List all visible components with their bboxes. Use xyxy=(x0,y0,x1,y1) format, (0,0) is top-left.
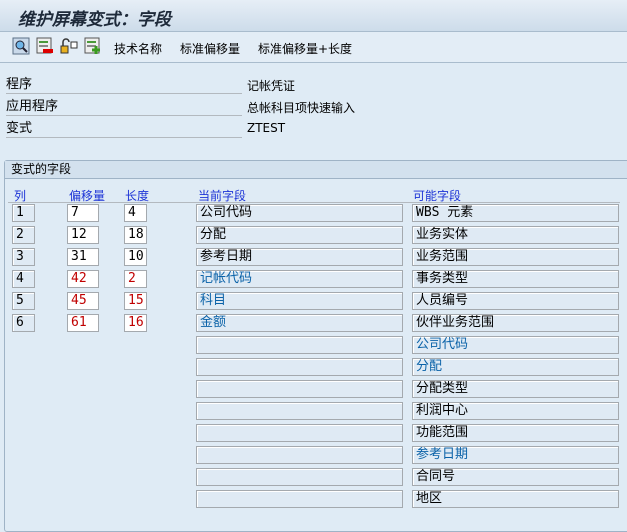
possible-field[interactable]: 业务范围 xyxy=(412,248,619,266)
possible-field[interactable]: 参考日期 xyxy=(412,446,619,464)
possible-field[interactable]: 地区 xyxy=(412,490,619,508)
offset-input[interactable]: 45 xyxy=(67,292,99,310)
title-bar: 维护屏幕变式：字段 xyxy=(0,0,627,32)
current-field[interactable]: 科目 xyxy=(196,292,403,310)
toolbar: 技术名称 标准偏移量 标准偏移量+长度 xyxy=(0,32,627,63)
program-value: 记帐凭证 xyxy=(247,79,296,93)
possible-field[interactable]: 利润中心 xyxy=(412,402,619,420)
current-field[interactable]: 参考日期 xyxy=(196,248,403,266)
delete-icon[interactable] xyxy=(36,37,54,55)
current-field-empty[interactable] xyxy=(196,424,403,442)
offset-input[interactable]: 42 xyxy=(67,270,99,288)
page-title: 维护屏幕变式：字段 xyxy=(18,10,171,30)
current-field[interactable]: 金额 xyxy=(196,314,403,332)
current-field-empty[interactable] xyxy=(196,336,403,354)
length-input[interactable]: 2 xyxy=(124,270,147,288)
detail-icon[interactable] xyxy=(12,37,30,55)
column-number: 2 xyxy=(12,226,35,244)
possible-field[interactable]: 分配类型 xyxy=(412,380,619,398)
current-field[interactable]: 分配 xyxy=(196,226,403,244)
length-input[interactable]: 4 xyxy=(124,204,147,222)
offset-input[interactable]: 12 xyxy=(67,226,99,244)
column-number: 1 xyxy=(12,204,35,222)
length-input[interactable]: 18 xyxy=(124,226,147,244)
offset-input[interactable]: 31 xyxy=(67,248,99,266)
program-label: 程序 xyxy=(6,73,242,94)
possible-field[interactable]: WBS 元素 xyxy=(412,204,619,222)
group-title: 变式的字段 xyxy=(5,161,627,179)
offset-input[interactable]: 7 xyxy=(67,204,99,222)
column-number: 6 xyxy=(12,314,35,332)
column-number: 5 xyxy=(12,292,35,310)
length-input[interactable]: 10 xyxy=(124,248,147,266)
possible-field[interactable]: 公司代码 xyxy=(412,336,619,354)
offset-input[interactable]: 61 xyxy=(67,314,99,332)
current-field-empty[interactable] xyxy=(196,490,403,508)
application-value: 总帐科目项快速输入 xyxy=(247,101,356,115)
length-input[interactable]: 15 xyxy=(124,292,147,310)
possible-field[interactable]: 业务实体 xyxy=(412,226,619,244)
technical-names-button[interactable]: 技术名称 xyxy=(114,40,162,57)
current-field-empty[interactable] xyxy=(196,380,403,398)
variant-label: 变式 xyxy=(6,117,242,138)
column-number: 4 xyxy=(12,270,35,288)
standard-offset-button[interactable]: 标准偏移量 xyxy=(180,40,240,57)
column-number: 3 xyxy=(12,248,35,266)
current-field-empty[interactable] xyxy=(196,402,403,420)
possible-field[interactable]: 伙伴业务范围 xyxy=(412,314,619,332)
possible-field[interactable]: 合同号 xyxy=(412,468,619,486)
variant-value: ZTEST xyxy=(247,121,286,135)
possible-field[interactable]: 事务类型 xyxy=(412,270,619,288)
current-field-empty[interactable] xyxy=(196,468,403,486)
current-field-empty[interactable] xyxy=(196,446,403,464)
application-label: 应用程序 xyxy=(6,95,242,116)
length-input[interactable]: 16 xyxy=(124,314,147,332)
current-field[interactable]: 公司代码 xyxy=(196,204,403,222)
possible-field[interactable]: 人员编号 xyxy=(412,292,619,310)
standard-offset-length-button[interactable]: 标准偏移量+长度 xyxy=(258,40,352,57)
add-icon[interactable] xyxy=(84,37,102,55)
lock-icon[interactable] xyxy=(60,37,78,55)
header-divider xyxy=(8,202,620,203)
possible-field[interactable]: 分配 xyxy=(412,358,619,376)
possible-field[interactable]: 功能范围 xyxy=(412,424,619,442)
current-field[interactable]: 记帐代码 xyxy=(196,270,403,288)
current-field-empty[interactable] xyxy=(196,358,403,376)
